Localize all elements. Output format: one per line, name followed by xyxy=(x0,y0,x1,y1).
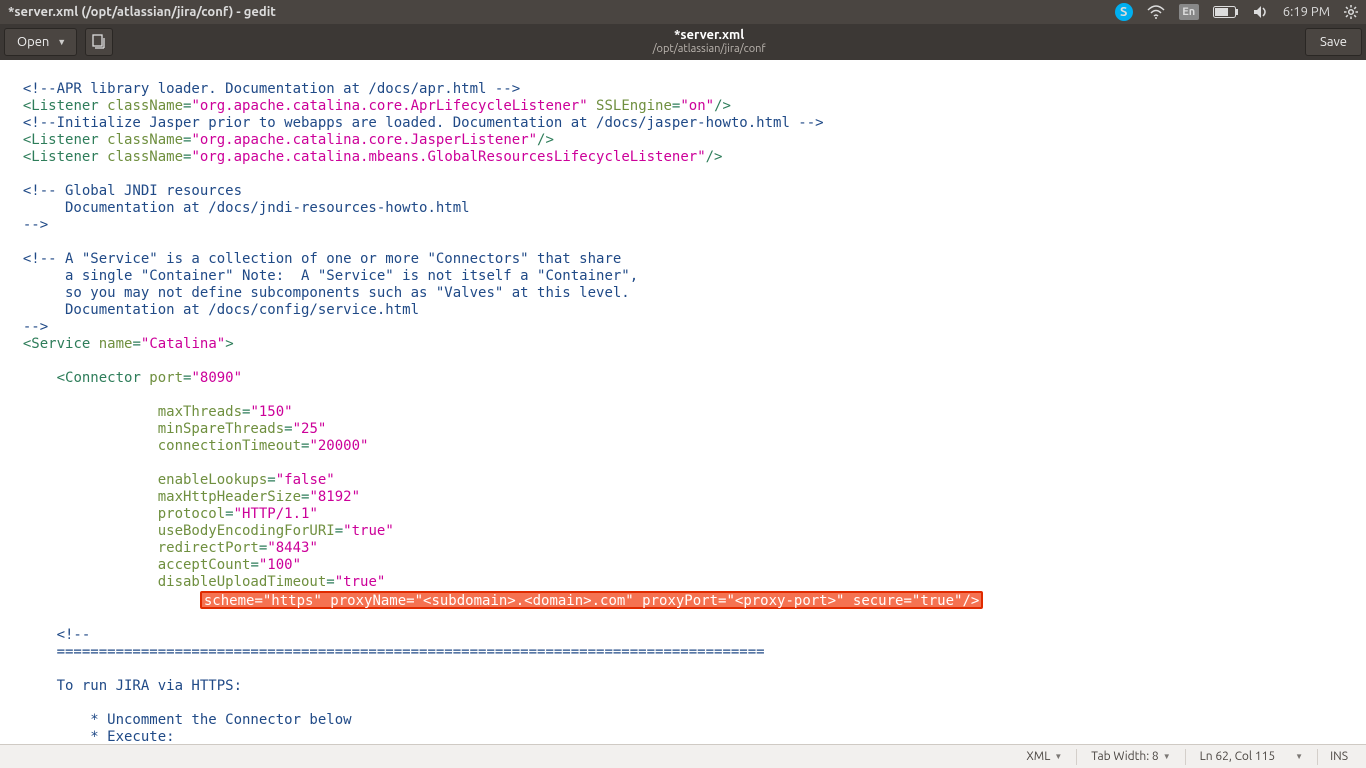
status-bar: XML▼ Tab Width: 8▼ Ln 62, Col 115 ▼ INS xyxy=(0,744,1366,768)
language-indicator[interactable]: En xyxy=(1179,4,1199,20)
separator xyxy=(1317,749,1318,765)
document-filepath: /opt/atlassian/jira/conf xyxy=(113,43,1305,56)
code-comment: <!--Initialize Jasper prior to webapps a… xyxy=(23,115,824,131)
chevron-down-icon: ▼ xyxy=(1295,752,1303,761)
battery-icon[interactable] xyxy=(1213,6,1239,18)
open-button[interactable]: Open ▼ xyxy=(4,28,77,56)
gear-icon[interactable] xyxy=(1344,5,1358,19)
chevron-down-icon: ▼ xyxy=(57,37,66,47)
system-indicators: S En 6:19 PM xyxy=(1115,3,1358,21)
document-filename: *server.xml xyxy=(113,28,1305,44)
tab-width-dropdown[interactable]: Tab Width: 8▼ xyxy=(1081,750,1180,763)
wifi-icon[interactable] xyxy=(1147,5,1165,19)
code-comment: <!--APR library loader. Documentation at… xyxy=(23,81,520,97)
cursor-position-dropdown[interactable]: ▼ xyxy=(1285,752,1313,761)
document-title-area: *server.xml /opt/atlassian/jira/conf xyxy=(113,28,1305,57)
chevron-down-icon: ▼ xyxy=(1163,752,1171,761)
highlighted-selection: scheme="https" proxyName="<subdomain>.<d… xyxy=(200,591,983,609)
text-editor[interactable]: <!--APR library loader. Documentation at… xyxy=(0,60,1366,744)
chevron-down-icon: ▼ xyxy=(1054,752,1062,761)
separator xyxy=(1076,749,1077,765)
save-button-label: Save xyxy=(1320,35,1347,49)
system-menubar: *server.xml (/opt/atlassian/jira/conf) -… xyxy=(0,0,1366,24)
volume-icon[interactable] xyxy=(1253,5,1269,19)
cursor-position: Ln 62, Col 115 xyxy=(1190,750,1286,763)
insert-mode-indicator[interactable]: INS xyxy=(1322,750,1356,763)
skype-icon[interactable]: S xyxy=(1115,3,1133,21)
gedit-toolbar: Open ▼ *server.xml /opt/atlassian/jira/c… xyxy=(0,24,1366,60)
window-title: *server.xml (/opt/atlassian/jira/conf) -… xyxy=(8,5,276,19)
new-tab-button[interactable] xyxy=(85,28,113,56)
save-button[interactable]: Save xyxy=(1305,28,1362,56)
open-button-label: Open xyxy=(17,35,49,49)
syntax-mode-dropdown[interactable]: XML▼ xyxy=(1016,750,1072,763)
separator xyxy=(1185,749,1186,765)
clock[interactable]: 6:19 PM xyxy=(1283,5,1330,19)
